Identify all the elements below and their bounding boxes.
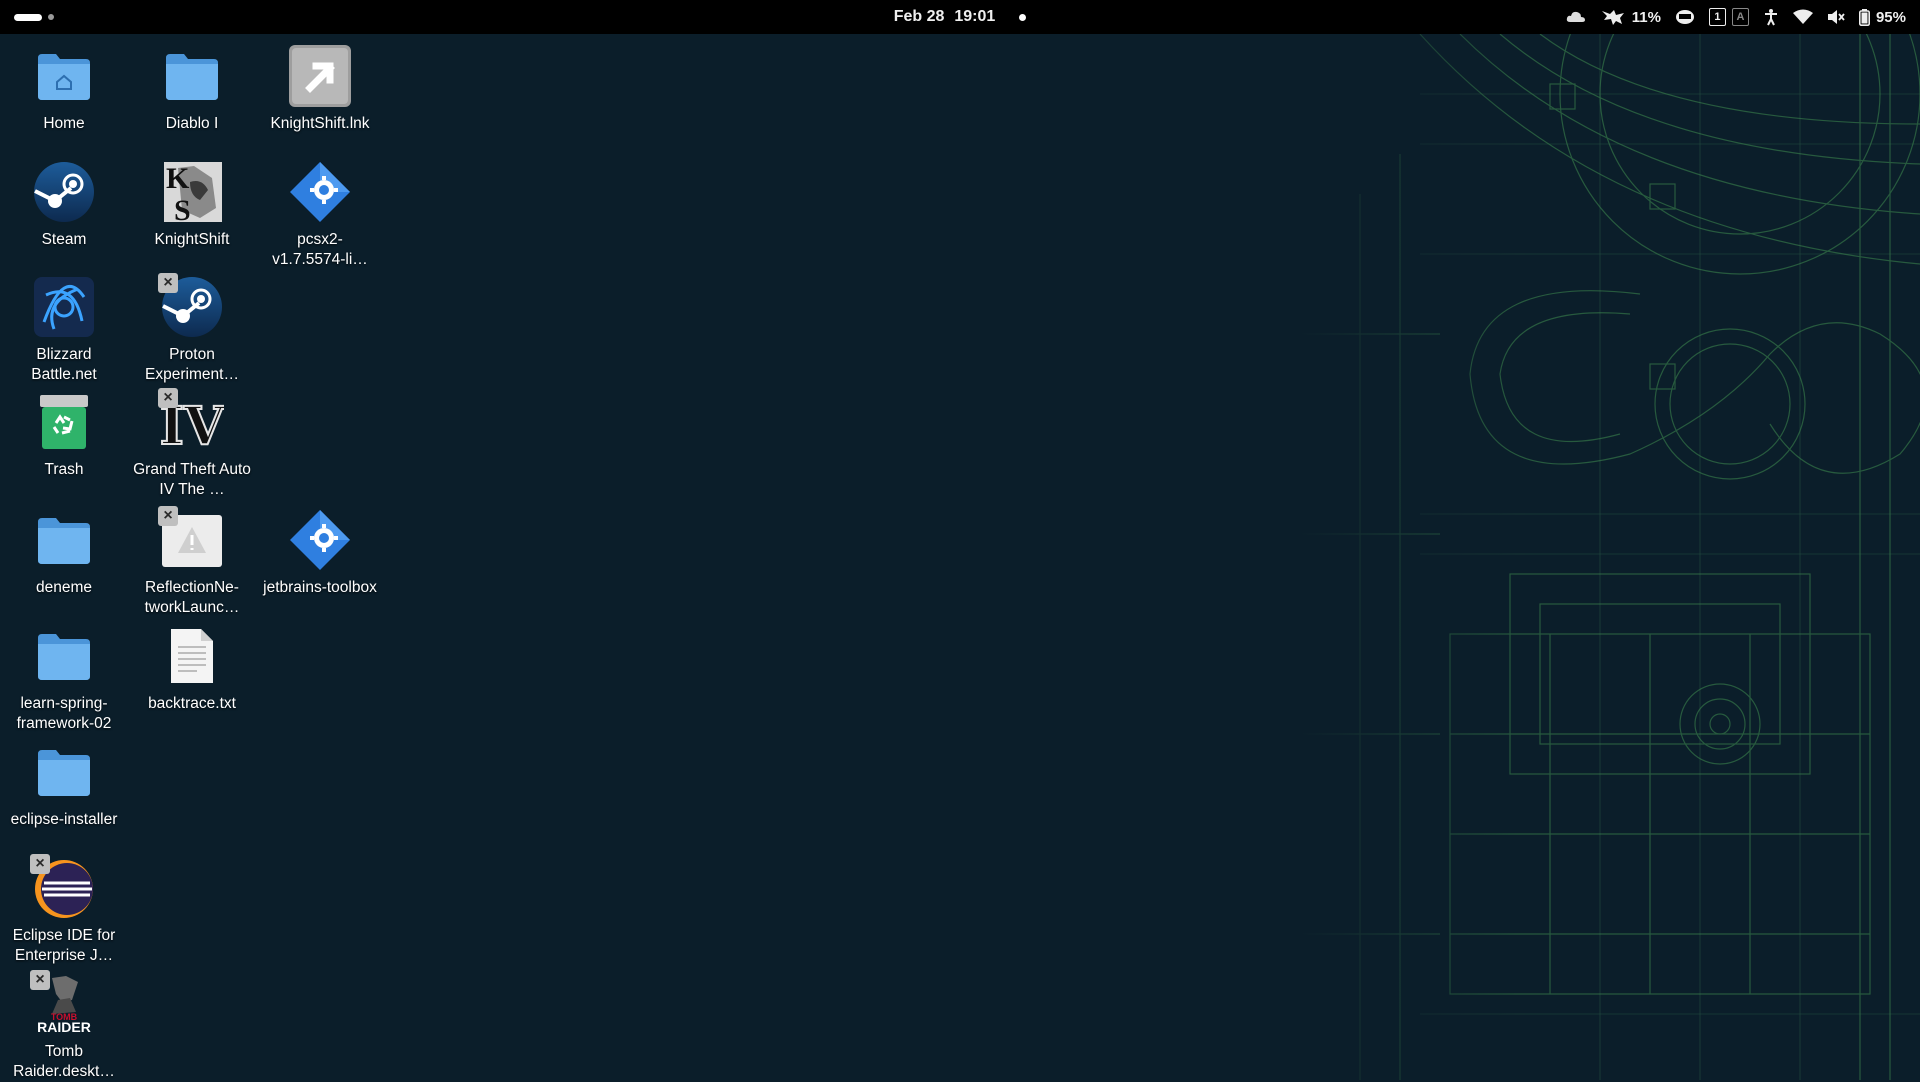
warning-file-icon: × bbox=[158, 506, 224, 572]
accessibility-icon[interactable] bbox=[1763, 8, 1779, 26]
untrusted-launcher-badge: × bbox=[158, 273, 178, 293]
cpu-monitor[interactable]: 11% bbox=[1600, 8, 1661, 26]
home-folder-icon bbox=[32, 44, 96, 108]
desktop-icon-eclipse-installer[interactable]: eclipse-installer bbox=[2, 740, 126, 830]
desktop-icon-label: KnightShift.lnk bbox=[270, 115, 370, 132]
cloud-icon[interactable] bbox=[1566, 10, 1586, 24]
gnome-foot-icon bbox=[1601, 10, 1624, 25]
desktop-icon-home[interactable]: Home bbox=[2, 44, 126, 134]
desktop-icon-label: backtrace.txt bbox=[148, 695, 236, 712]
eclipse-icon: × bbox=[30, 854, 96, 920]
pcsx2-icon bbox=[288, 160, 352, 224]
desktop-icon-label: Trash bbox=[44, 461, 84, 478]
steam-icon: × bbox=[158, 273, 224, 339]
svg-text:K: K bbox=[166, 162, 190, 195]
volume-muted-icon[interactable] bbox=[1827, 9, 1845, 25]
desktop-icon-label: deneme bbox=[35, 579, 92, 596]
desktop-icon-label: jetbrains-toolbox bbox=[263, 579, 377, 596]
desktop-icon-diablo[interactable]: Diablo I bbox=[130, 44, 254, 134]
desktop-icon-backtrace[interactable]: backtrace.txt bbox=[130, 624, 254, 714]
wifi-icon[interactable] bbox=[1792, 9, 1813, 25]
desktop-icon-label: Blizzard Battle.net bbox=[31, 346, 97, 383]
battlenet-icon bbox=[32, 275, 96, 339]
desktop-icon-label: pcsx2-v1.7.5574-li… bbox=[272, 231, 368, 268]
workspace-switcher[interactable]: 1 A bbox=[1708, 8, 1749, 26]
workspace-a-indicator[interactable]: A bbox=[1731, 8, 1749, 26]
extension-icon[interactable] bbox=[1675, 8, 1695, 26]
system-tray: 11% 1 A 95% bbox=[1566, 0, 1906, 34]
desktop-icon-steam[interactable]: Steam bbox=[2, 160, 126, 250]
folder-icon bbox=[32, 740, 96, 804]
workspace-1-indicator[interactable]: 1 bbox=[1708, 8, 1726, 26]
desktop-icon-label: Home bbox=[43, 115, 85, 132]
top-bar: Feb 28 19:01 11% 1 A 95% bbox=[0, 0, 1920, 34]
desktop-icon-eclipse-ide[interactable]: × Eclipse IDE for Enterprise J… bbox=[2, 854, 126, 966]
cpu-percent-label: 11% bbox=[1631, 8, 1661, 26]
desktop-icon-gta-iv[interactable]: IV × Grand Theft Auto IV The … bbox=[130, 388, 254, 500]
knightshift-icon: KS bbox=[160, 160, 224, 224]
battery-percent-label: 95% bbox=[1875, 8, 1906, 26]
desktop-icon-knightshift[interactable]: KS KnightShift bbox=[130, 160, 254, 250]
desktop-icon-reflection[interactable]: × ReflectionNe-tworkLaunc… bbox=[130, 506, 254, 618]
folder-icon bbox=[32, 624, 96, 688]
desktop-icon-tomb-raider[interactable]: TOMB RAIDER × Tomb Raider.deskt… bbox=[2, 970, 126, 1082]
shortcut-link-icon bbox=[288, 44, 352, 108]
desktop-icon-label: ReflectionNe-tworkLaunc… bbox=[144, 579, 240, 616]
activities-button[interactable] bbox=[14, 11, 54, 23]
desktop-icon-label: Eclipse IDE for Enterprise J… bbox=[12, 927, 116, 964]
desktop-icon-pcsx2[interactable]: pcsx2-v1.7.5574-li… bbox=[258, 160, 382, 270]
desktop-icon-label: Steam bbox=[41, 231, 87, 248]
steam-icon bbox=[32, 160, 96, 224]
desktop-icon-jetbrains-toolbox[interactable]: jetbrains-toolbox bbox=[258, 508, 382, 598]
desktop-icon-label: Diablo I bbox=[165, 115, 219, 132]
battery-indicator[interactable]: 95% bbox=[1858, 8, 1906, 26]
untrusted-launcher-badge: × bbox=[158, 388, 178, 408]
notification-dot bbox=[1019, 13, 1027, 21]
desktop-icon-label: eclipse-installer bbox=[10, 811, 118, 828]
trash-icon bbox=[32, 390, 96, 454]
tomb-raider-icon: TOMB RAIDER × bbox=[30, 970, 96, 1036]
desktop-icon-proton[interactable]: × Proton Experiment… bbox=[130, 273, 254, 385]
desktop-icon-learn-spring[interactable]: learn-spring-framework-02 bbox=[2, 624, 126, 734]
desktop-icon-label: KnightShift bbox=[154, 231, 230, 248]
desktop-icon-battlenet[interactable]: Blizzard Battle.net bbox=[2, 275, 126, 385]
workspace-indicator-inactive bbox=[48, 14, 54, 20]
folder-icon bbox=[32, 508, 96, 572]
untrusted-launcher-badge: × bbox=[30, 970, 50, 990]
desktop-icon-label: Proton Experiment… bbox=[145, 346, 239, 383]
jetbrains-toolbox-icon bbox=[288, 508, 352, 572]
desktop-icon-label: learn-spring-framework-02 bbox=[16, 695, 112, 732]
date-time-button[interactable]: Feb 28 19:01 bbox=[894, 8, 1027, 26]
battery-icon bbox=[1858, 8, 1870, 26]
desktop-icon-label: Tomb Raider.deskt… bbox=[13, 1043, 115, 1080]
desktop-icon-label: Grand Theft Auto IV The … bbox=[133, 461, 251, 498]
time-label: 19:01 bbox=[954, 8, 996, 25]
text-file-icon bbox=[160, 624, 224, 688]
gta-iv-icon: IV × bbox=[158, 388, 224, 454]
untrusted-launcher-badge: × bbox=[30, 854, 50, 874]
desktop-icon-deneme[interactable]: deneme bbox=[2, 508, 126, 598]
svg-text:S: S bbox=[174, 194, 191, 224]
desktop-icon-trash[interactable]: Trash bbox=[2, 390, 126, 480]
workspace-indicator-active bbox=[14, 13, 42, 21]
untrusted-launcher-badge: × bbox=[158, 506, 178, 526]
blueprint-graphic bbox=[1300, 34, 1920, 1080]
svg-text:RAIDER: RAIDER bbox=[37, 1019, 91, 1035]
folder-icon bbox=[160, 44, 224, 108]
date-label: Feb 28 bbox=[893, 8, 945, 25]
desktop-icon-knightshift-lnk[interactable]: KnightShift.lnk bbox=[258, 44, 382, 134]
